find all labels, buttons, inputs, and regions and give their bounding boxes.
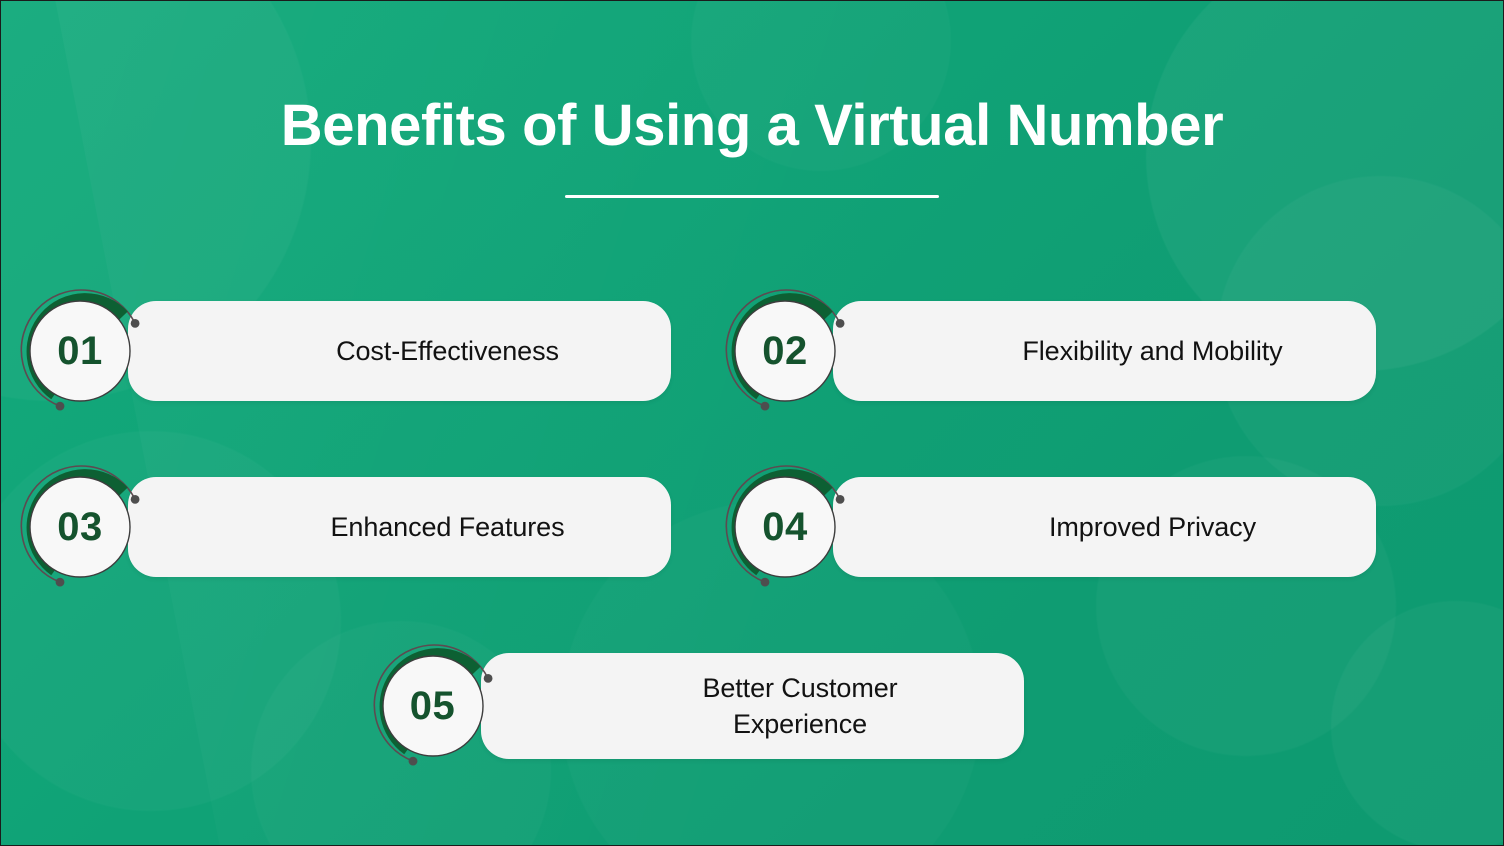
badge-number-text: 04 — [762, 505, 808, 549]
title-divider — [565, 195, 939, 198]
number-badge-05: 05 — [363, 636, 503, 776]
benefit-label: Better Customer Experience — [702, 673, 898, 739]
benefits-grid: 01 Cost-Effectiveness 02 Flexibility and… — [1, 289, 1503, 835]
badge-number-text: 02 — [762, 329, 808, 373]
number-badge-01: 01 — [10, 281, 150, 421]
number-badge-03: 03 — [10, 457, 150, 597]
badge-number-text: 03 — [57, 505, 103, 549]
badge-number-text: 01 — [57, 329, 103, 373]
benefit-label: Improved Privacy — [1049, 512, 1256, 542]
benefit-card-03[interactable]: 03 Enhanced Features — [20, 465, 671, 587]
benefits-row-3: 05 Better Customer Experience — [1, 644, 1503, 766]
benefit-card-02[interactable]: 02 Flexibility and Mobility — [725, 289, 1376, 411]
benefit-label: Enhanced Features — [330, 512, 565, 542]
number-badge-04: 04 — [715, 457, 855, 597]
slide-header: Benefits of Using a Virtual Number — [1, 89, 1503, 198]
benefit-label: Flexibility and Mobility — [1022, 336, 1283, 366]
infographic-slide: Benefits of Using a Virtual Number 01 Co… — [0, 0, 1504, 846]
benefit-card-04[interactable]: 04 Improved Privacy — [725, 465, 1376, 587]
number-badge-02: 02 — [715, 281, 855, 421]
benefit-label: Cost-Effectiveness — [336, 336, 559, 366]
benefit-card-05[interactable]: 05 Better Customer Experience — [373, 644, 1024, 766]
benefit-card-01[interactable]: 01 Cost-Effectiveness — [20, 289, 671, 411]
benefits-row-1: 01 Cost-Effectiveness 02 Flexibility and… — [1, 289, 1503, 411]
page-title: Benefits of Using a Virtual Number — [280, 93, 1224, 158]
badge-number-text: 05 — [409, 684, 456, 728]
benefits-row-2: 03 Enhanced Features 04 Improved Privacy — [1, 465, 1503, 587]
